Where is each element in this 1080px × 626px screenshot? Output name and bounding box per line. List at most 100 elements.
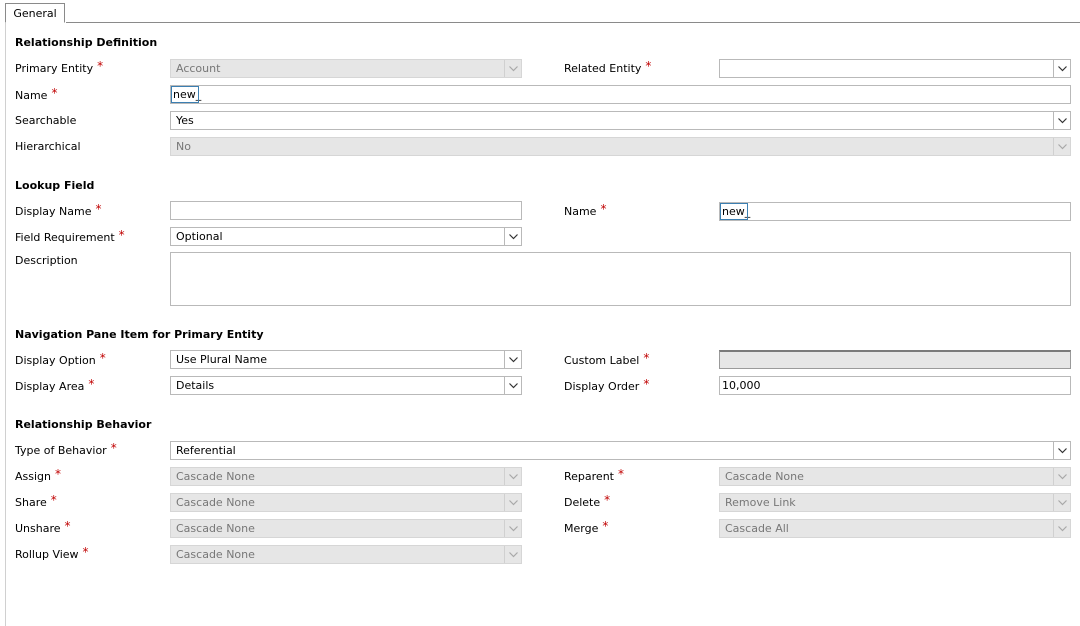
share-value: Cascade None — [176, 496, 255, 509]
merge-label-text: Merge — [564, 522, 599, 535]
lookup-name-input[interactable] — [720, 203, 1072, 220]
required-marker: * — [600, 202, 607, 216]
chevron-down-icon — [1053, 60, 1070, 77]
hierarchical-select[interactable]: No — [170, 137, 1071, 156]
reparent-value: Cascade None — [725, 470, 804, 483]
lookup-name-label: Name * — [564, 202, 607, 218]
hierarchical-value: No — [176, 140, 191, 153]
section-title-relationship-behavior: Relationship Behavior — [15, 418, 152, 431]
display-area-label-text: Display Area — [15, 380, 85, 393]
relationship-name-label: Name * — [15, 86, 58, 102]
display-area-label: Display Area * — [15, 377, 95, 393]
display-name-field[interactable] — [170, 201, 523, 220]
display-option-label: Display Option * — [15, 351, 106, 367]
required-marker: * — [50, 493, 57, 507]
required-marker: * — [604, 493, 611, 507]
custom-label-label-text: Custom Label — [564, 354, 640, 367]
relationship-name-label-text: Name — [15, 89, 48, 102]
display-name-label: Display Name * — [15, 202, 102, 218]
lookup-name-label-text: Name — [564, 205, 597, 218]
chevron-down-icon — [1053, 442, 1070, 459]
chevron-down-icon — [1053, 112, 1070, 129]
display-name-input[interactable] — [171, 202, 523, 219]
chevron-down-icon — [1053, 138, 1070, 155]
share-select[interactable]: Cascade None — [170, 493, 522, 512]
searchable-value: Yes — [176, 114, 194, 127]
display-option-value: Use Plural Name — [176, 353, 267, 366]
section-title-lookup-field: Lookup Field — [15, 179, 95, 192]
display-area-select[interactable]: Details — [170, 376, 522, 395]
required-marker: * — [95, 202, 102, 216]
display-option-label-text: Display Option — [15, 354, 96, 367]
reparent-select[interactable]: Cascade None — [719, 467, 1071, 486]
rollup-view-value: Cascade None — [176, 548, 255, 561]
display-order-label: Display Order * — [564, 377, 650, 393]
merge-select[interactable]: Cascade All — [719, 519, 1071, 538]
required-marker: * — [99, 351, 106, 365]
required-marker: * — [643, 377, 650, 391]
display-option-select[interactable]: Use Plural Name — [170, 350, 522, 369]
required-marker: * — [110, 441, 117, 455]
tab-general[interactable]: General — [5, 3, 65, 23]
field-requirement-label: Field Requirement * — [15, 228, 125, 244]
merge-label: Merge * — [564, 519, 608, 535]
primary-entity-label: Primary Entity * — [15, 59, 104, 75]
required-marker: * — [64, 519, 71, 533]
required-marker: * — [643, 351, 650, 365]
unshare-select[interactable]: Cascade None — [170, 519, 522, 538]
searchable-select[interactable]: Yes — [170, 111, 1071, 130]
assign-label-text: Assign — [15, 470, 51, 483]
delete-label-text: Delete — [564, 496, 601, 509]
type-of-behavior-label: Type of Behavior * — [15, 441, 117, 457]
hierarchical-label: Hierarchical — [15, 140, 81, 153]
lookup-name-field[interactable] — [719, 202, 1072, 221]
chevron-down-icon — [504, 520, 521, 537]
chevron-down-icon — [1053, 468, 1070, 485]
chevron-down-icon — [504, 546, 521, 563]
relationship-name-field[interactable] — [170, 85, 1072, 104]
share-label-text: Share — [15, 496, 47, 509]
assign-label: Assign * — [15, 467, 61, 483]
chevron-down-icon — [504, 351, 521, 368]
required-marker: * — [617, 467, 624, 481]
primary-entity-label-text: Primary Entity — [15, 62, 94, 75]
required-marker: * — [51, 86, 58, 100]
type-of-behavior-select[interactable]: Referential — [170, 441, 1071, 460]
left-border — [5, 22, 6, 626]
unshare-label-text: Unshare — [15, 522, 61, 535]
reparent-label-text: Reparent — [564, 470, 614, 483]
assign-value: Cascade None — [176, 470, 255, 483]
related-entity-label: Related Entity * — [564, 59, 652, 75]
required-marker: * — [55, 467, 61, 481]
rollup-view-select[interactable]: Cascade None — [170, 545, 522, 564]
description-textarea[interactable] — [170, 252, 1071, 306]
required-marker: * — [97, 59, 104, 73]
delete-select[interactable]: Remove Link — [719, 493, 1071, 512]
related-entity-select[interactable] — [719, 59, 1071, 78]
display-order-input[interactable] — [720, 377, 1072, 394]
display-order-field[interactable] — [719, 376, 1072, 395]
required-marker: * — [82, 545, 89, 559]
custom-label-field[interactable] — [719, 350, 1071, 369]
relationship-name-input[interactable] — [171, 86, 1072, 103]
searchable-label: Searchable — [15, 114, 77, 127]
reparent-label: Reparent * — [564, 467, 624, 483]
unshare-value: Cascade None — [176, 522, 255, 535]
rollup-view-label-text: Rollup View — [15, 548, 79, 561]
field-requirement-value: Optional — [176, 230, 223, 243]
primary-entity-select[interactable]: Account — [170, 59, 522, 78]
chevron-down-icon — [1053, 494, 1070, 511]
share-label: Share * — [15, 493, 57, 509]
field-requirement-select[interactable]: Optional — [170, 227, 522, 246]
delete-value: Remove Link — [725, 496, 796, 509]
chevron-down-icon — [504, 60, 521, 77]
description-label: Description — [15, 254, 78, 267]
chevron-down-icon — [504, 468, 521, 485]
primary-entity-value: Account — [176, 62, 221, 75]
required-marker: * — [88, 377, 95, 391]
merge-value: Cascade All — [725, 522, 789, 535]
delete-label: Delete * — [564, 493, 611, 509]
required-marker: * — [645, 59, 652, 73]
assign-select[interactable]: Cascade None — [170, 467, 522, 486]
type-of-behavior-label-text: Type of Behavior — [15, 444, 107, 457]
